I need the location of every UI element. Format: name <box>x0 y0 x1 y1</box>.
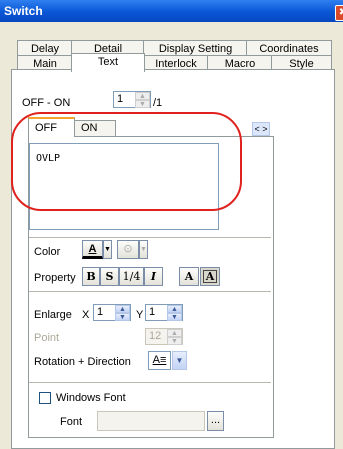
shadow-button[interactable]: S <box>100 267 119 286</box>
bold-button[interactable]: B <box>82 267 100 286</box>
off-on-up-icon: ▲ <box>135 92 150 100</box>
off-on-label: OFF - ON <box>22 97 71 109</box>
rotation-select[interactable]: A≡ <box>148 351 171 370</box>
point-value: 12 <box>149 330 162 342</box>
back-color-dropdown-icon: ▼ <box>139 240 148 259</box>
off-on-down-icon: ▼ <box>135 100 150 108</box>
normal-a-button[interactable]: A <box>179 267 199 286</box>
title-bar: Switch ✖ <box>0 0 343 22</box>
point-down-icon: ▼ <box>167 337 182 345</box>
state-tab-off[interactable]: OFF <box>28 117 75 137</box>
enlarge-x-down-icon[interactable]: ▼ <box>115 313 130 321</box>
point-up-icon: ▲ <box>167 329 182 337</box>
enlarge-x-up-icon[interactable]: ▲ <box>115 305 130 313</box>
enlarge-x-label: X <box>82 309 90 321</box>
enlarge-label: Enlarge <box>34 309 72 321</box>
enlarge-y-value: 1 <box>149 306 156 318</box>
font-color-dropdown-icon[interactable]: ▼ <box>103 240 112 259</box>
font-field <box>97 411 205 431</box>
italic-button[interactable]: I <box>144 267 163 286</box>
framed-a-button[interactable]: A <box>200 267 220 286</box>
separator <box>29 237 271 238</box>
rotation-dropdown-icon[interactable]: ▼ <box>172 351 187 370</box>
quarter-size-button[interactable]: 1/4 <box>119 267 144 286</box>
point-label: Point <box>34 332 60 344</box>
off-on-value: 1 <box>117 93 124 105</box>
enlarge-y-up-icon[interactable]: ▲ <box>167 305 182 313</box>
close-icon[interactable]: ✖ <box>335 5 343 21</box>
separator <box>29 382 271 383</box>
rotation-label: Rotation + Direction <box>34 356 131 368</box>
tab-text[interactable]: Text <box>71 53 145 72</box>
window-title: Switch <box>4 4 43 18</box>
nav-arrows-button[interactable]: < > <box>252 122 270 136</box>
windows-font-checkbox[interactable] <box>39 392 51 404</box>
enlarge-y-label: Y <box>136 309 144 321</box>
windows-font-label: Windows Font <box>56 392 126 404</box>
font-color-button[interactable]: A <box>82 240 103 259</box>
enlarge-y-down-icon[interactable]: ▼ <box>167 313 182 321</box>
font-browse-button[interactable]: ... <box>207 411 224 431</box>
off-on-total: /1 <box>153 97 163 109</box>
color-label: Color <box>34 246 61 258</box>
separator <box>29 291 271 292</box>
property-label: Property <box>34 272 76 284</box>
font-label: Font <box>60 416 83 428</box>
back-color-button: ⊙ <box>117 240 139 259</box>
enlarge-x-value: 1 <box>97 306 104 318</box>
